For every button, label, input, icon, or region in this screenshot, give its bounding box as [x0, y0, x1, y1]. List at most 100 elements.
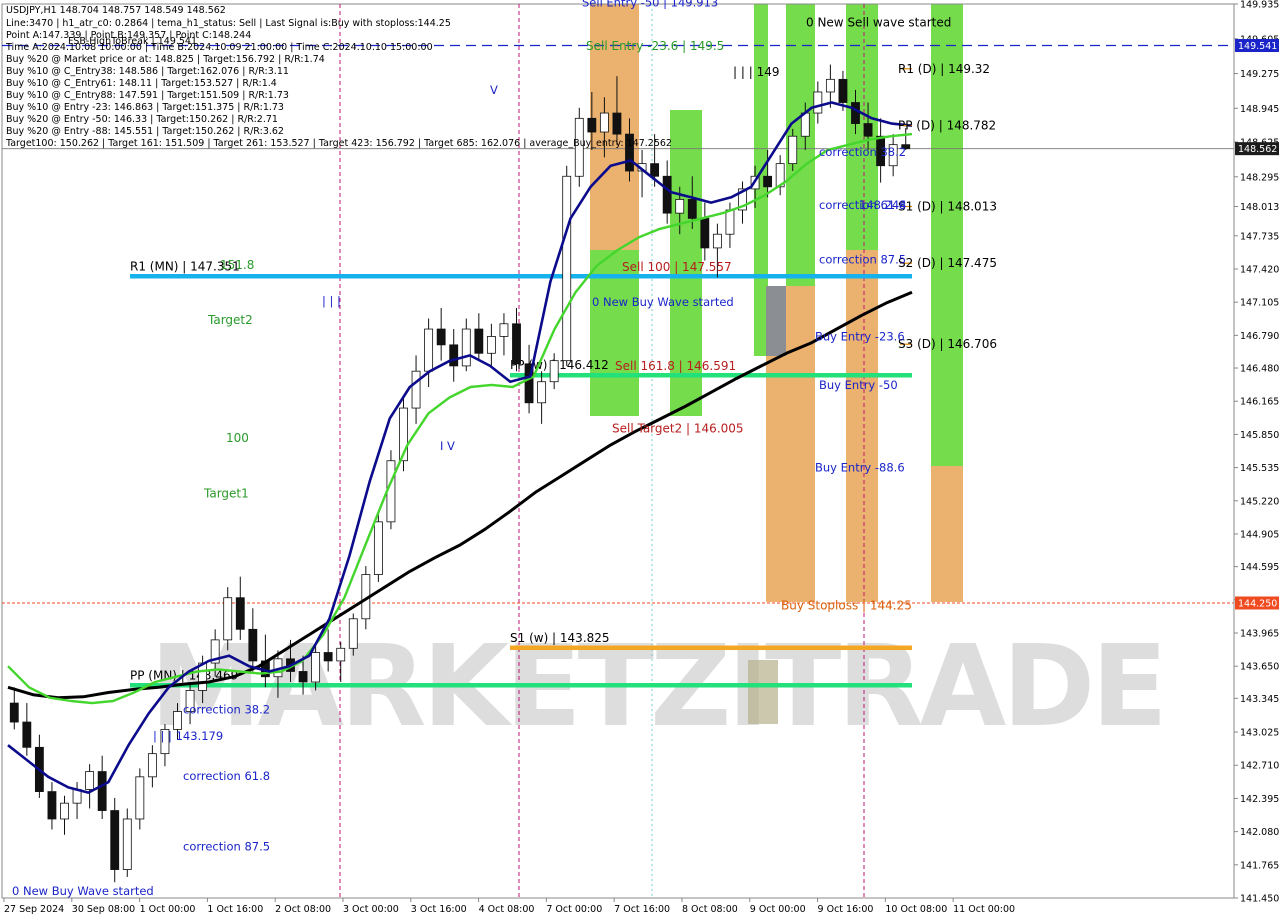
- y-tick-label: 142.395: [1240, 794, 1279, 805]
- info-line: Buy %20 @ Entry -50: 146.33 | Target:150…: [6, 114, 278, 125]
- candle-body: [851, 102, 860, 124]
- y-tick-label: 143.650: [1240, 662, 1279, 673]
- daily-level-label: S1 (D) | 148.013: [898, 200, 997, 214]
- candle-body: [110, 810, 120, 870]
- y-tick-label: 141.450: [1240, 894, 1279, 905]
- candle-body: [599, 112, 609, 133]
- candle-body: [22, 721, 32, 748]
- annotation-label: correction 38.2: [819, 145, 906, 159]
- fsb-label: FSB-HighToBreak | 149.541: [68, 36, 197, 47]
- candle-body: [763, 175, 773, 188]
- price-tag-label: 144.250: [1238, 598, 1277, 609]
- annotation-label: Buy Entry -50: [819, 378, 898, 392]
- candle-body: [424, 328, 434, 372]
- y-tick-label: 141.765: [1240, 860, 1279, 871]
- candle-body: [650, 163, 660, 177]
- y-tick-label: 144.595: [1240, 562, 1279, 573]
- annotation-label: Buy Stoploss | 144.25: [781, 598, 912, 612]
- zone-band: [846, 250, 878, 602]
- candle-body: [788, 135, 798, 165]
- annotation-label: correction 38.2: [183, 703, 270, 717]
- candle-body: [147, 753, 157, 778]
- candle-body: [173, 711, 182, 730]
- y-tick-label: 143.025: [1240, 728, 1279, 739]
- candle-body: [336, 647, 346, 662]
- x-tick-label: 4 Oct 08:00: [479, 904, 535, 915]
- y-tick-label: 144.905: [1240, 529, 1279, 540]
- info-line: Buy %10 @ C_Entry88: 147.591 | Target:15…: [6, 90, 289, 101]
- candle-body: [373, 521, 383, 575]
- annotation-label: 0 New Sell wave started: [806, 16, 951, 30]
- pivot-label: S1 (w) | 143.825: [510, 631, 610, 645]
- y-tick-label: 147.420: [1240, 264, 1279, 275]
- info-line: Target100: 150.262 | Target 161: 151.509…: [5, 138, 672, 149]
- y-tick-label: 142.080: [1240, 827, 1279, 838]
- x-tick-label: 10 Oct 08:00: [885, 904, 947, 915]
- candle-body: [499, 323, 509, 337]
- x-tick-label: 1 Oct 00:00: [140, 904, 196, 915]
- y-tick-label: 148.295: [1240, 172, 1279, 183]
- candle-body: [411, 370, 421, 409]
- x-tick-label: 7 Oct 00:00: [546, 904, 602, 915]
- daily-level-label: S2 (D) | 147.475: [898, 256, 997, 270]
- x-tick-label: 3 Oct 00:00: [343, 904, 399, 915]
- annotation-label: 148.244: [859, 198, 907, 212]
- candle-body: [449, 344, 459, 367]
- y-tick-label: 146.165: [1240, 397, 1279, 408]
- annotation-label: 0 New Buy Wave started: [592, 295, 734, 309]
- candle-body: [675, 199, 685, 214]
- annotation-label: Sell Target2 | 146.005: [612, 421, 744, 435]
- x-tick-label: 1 Oct 16:00: [207, 904, 263, 915]
- price-chart[interactable]: MARKETZITRADE R1 (MN) | 147.351PP (w) | …: [0, 0, 1280, 920]
- annotation-label: | | | 149: [733, 65, 779, 79]
- candle-body: [248, 628, 258, 662]
- info-line: Buy %10 @ Entry -23: 146.863 | Target:15…: [6, 102, 284, 113]
- x-tick-label: 8 Oct 08:00: [682, 904, 738, 915]
- info-line: Buy %10 @ C_Entry61: 148.11 | Target:153…: [6, 78, 277, 89]
- annotation-label: correction 87.5: [183, 840, 270, 854]
- y-tick-label: 147.735: [1240, 231, 1279, 242]
- candle-body: [838, 78, 848, 103]
- y-tick-label: 149.275: [1240, 69, 1279, 80]
- info-line: Line:3470 | h1_atr_c0: 0.2864 | tema_h1_…: [6, 18, 451, 29]
- daily-level-label: S3 (D) | 146.706: [898, 337, 997, 351]
- candle-body: [825, 78, 835, 93]
- candle-body: [813, 91, 823, 114]
- candle-body: [587, 117, 597, 133]
- y-tick-label: 143.345: [1240, 694, 1279, 705]
- y-tick-label: 146.480: [1240, 364, 1279, 375]
- candle-body: [436, 328, 446, 346]
- candle-body: [549, 360, 559, 383]
- price-tag-label: 148.562: [1238, 144, 1277, 155]
- candle-body: [537, 381, 547, 404]
- x-tick-label: 9 Oct 00:00: [750, 904, 806, 915]
- candle-body: [311, 652, 321, 683]
- annotation-label: correction 61.8: [183, 769, 270, 783]
- zone-band: [846, 4, 878, 250]
- annotation-label: Sell 100 | 147.557: [622, 260, 732, 274]
- candle-body: [122, 818, 132, 870]
- y-tick-label: 145.850: [1240, 430, 1279, 441]
- annotation-label: V: [490, 83, 498, 97]
- annotation-label: Sell Entry -23.6 | 149.5: [586, 39, 724, 53]
- info-line: Buy %20 @ Entry -88: 145.551 | Target:15…: [6, 126, 284, 137]
- candle-body: [662, 175, 672, 214]
- candle-body: [687, 199, 697, 219]
- x-tick-label: 3 Oct 16:00: [411, 904, 467, 915]
- zone-band: [748, 660, 778, 724]
- x-tick-label: 9 Oct 16:00: [818, 904, 874, 915]
- candle-body: [712, 233, 722, 249]
- y-tick-label: 148.013: [1240, 202, 1279, 213]
- daily-level-label: R1 (D) | 149.32: [898, 62, 990, 76]
- y-tick-label: 149.935: [1240, 0, 1279, 11]
- annotation-label: Sell Entry -50 | 149.913: [582, 0, 718, 9]
- annotation-label: | | |: [322, 294, 341, 308]
- candle-body: [135, 776, 145, 820]
- x-tick-label: 27 Sep 2024: [4, 904, 64, 915]
- annotation-label: Target1: [203, 487, 249, 501]
- annotation-label: Sell 161.8 | 146.591: [615, 359, 736, 373]
- y-tick-label: 147.105: [1240, 298, 1279, 309]
- y-tick-label: 142.710: [1240, 761, 1279, 772]
- price-tag-label: 149.541: [1238, 41, 1277, 52]
- candle-body: [461, 328, 471, 367]
